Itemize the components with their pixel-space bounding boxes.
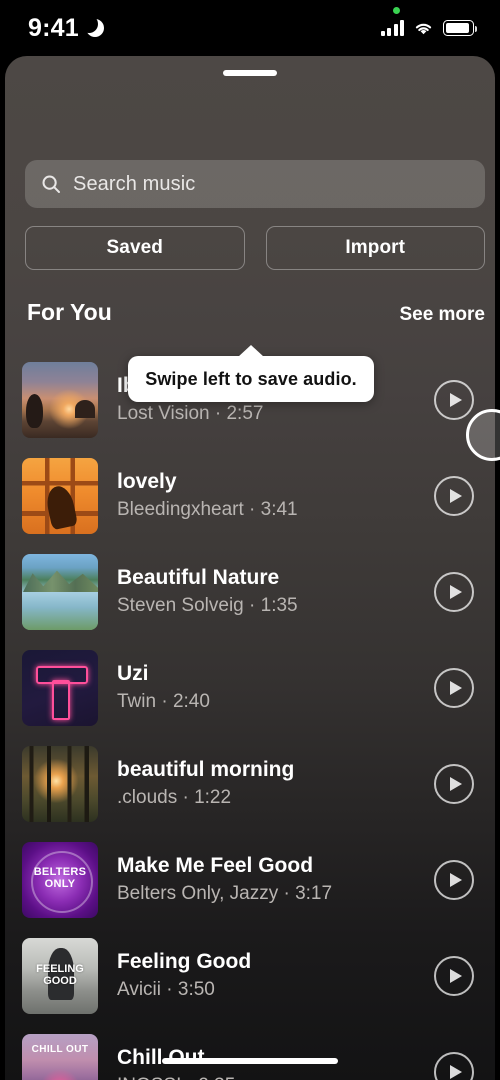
status-bar: 9:41	[0, 0, 500, 56]
album-art	[22, 554, 98, 630]
list-item[interactable]: Beautiful Nature Steven Solveig · 1:35	[5, 544, 495, 640]
album-art	[22, 1034, 98, 1080]
track-title: lovely	[117, 470, 177, 494]
play-icon[interactable]	[434, 476, 474, 516]
tooltip: Swipe left to save audio.	[128, 356, 374, 402]
list-item[interactable]: Make Me Feel Good Belters Only, Jazzy · …	[5, 832, 495, 928]
import-button[interactable]: Import	[265, 226, 485, 270]
green-dot-icon	[393, 7, 400, 14]
play-icon[interactable]	[434, 860, 474, 900]
saved-button[interactable]: Saved	[25, 226, 245, 270]
home-indicator[interactable]	[162, 1058, 338, 1064]
track-title: beautiful morning	[117, 758, 295, 782]
list-item[interactable]: lovely Bleedingxheart · 3:41	[5, 448, 495, 544]
play-icon[interactable]	[434, 380, 474, 420]
search-input[interactable]: Search music	[25, 160, 485, 208]
status-bar-left: 9:41	[28, 14, 104, 43]
wifi-icon	[413, 20, 434, 36]
track-subtitle: Avicii · 3:50	[117, 979, 215, 1001]
track-subtitle: Twin · 2:40	[117, 691, 210, 713]
play-icon[interactable]	[434, 668, 474, 708]
search-placeholder: Search music	[73, 172, 196, 195]
track-title: Uzi	[117, 662, 149, 686]
battery-icon	[443, 20, 477, 36]
album-art	[22, 842, 98, 918]
track-meta: beautiful morning .clouds · 1:22	[98, 757, 434, 811]
list-item[interactable]: Uzi Twin · 2:40	[5, 640, 495, 736]
track-title: Make Me Feel Good	[117, 854, 314, 878]
track-subtitle: .clouds · 1:22	[117, 787, 232, 809]
track-subtitle: Belters Only, Jazzy · 3:17	[117, 883, 333, 905]
track-subtitle: Lost Vision · 2:57	[117, 403, 264, 425]
drag-handle[interactable]	[223, 70, 277, 76]
phone-screen: 9:41 Search music Saved Import For You S…	[0, 0, 500, 1080]
page-title: For You	[27, 299, 112, 325]
track-subtitle: Bleedingxheart · 3:41	[117, 499, 298, 521]
status-time: 9:41	[28, 13, 79, 42]
album-art	[22, 746, 98, 822]
play-icon[interactable]	[434, 572, 474, 612]
track-list: Ibiza Sunrise Lost Vision · 2:57 lovely …	[5, 352, 495, 1080]
cellular-signal-icon	[380, 20, 404, 36]
album-art	[22, 458, 98, 534]
list-item[interactable]: Feeling Good Avicii · 3:50	[5, 928, 495, 1024]
filter-buttons: Saved Import	[25, 226, 485, 270]
track-meta: Beautiful Nature Steven Solveig · 1:35	[98, 565, 434, 619]
track-meta: Make Me Feel Good Belters Only, Jazzy · …	[98, 853, 434, 907]
tooltip-text: Swipe left to save audio.	[145, 368, 357, 389]
see-more-link[interactable]: See more	[399, 304, 485, 326]
track-subtitle: INOSSI · 2:35	[117, 1074, 434, 1080]
album-art	[22, 938, 98, 1014]
play-icon[interactable]	[434, 956, 474, 996]
track-title: Beautiful Nature	[117, 566, 280, 590]
track-title: Feeling Good	[117, 950, 252, 974]
search-icon	[41, 174, 61, 194]
music-sheet: Search music Saved Import For You See mo…	[5, 56, 495, 1080]
track-meta: Feeling Good Avicii · 3:50	[98, 949, 434, 1003]
album-art	[22, 362, 98, 438]
play-icon[interactable]	[434, 764, 474, 804]
play-icon[interactable]	[434, 1052, 474, 1080]
list-item[interactable]: Chill Out INOSSI · 2:35	[5, 1024, 495, 1080]
moon-icon	[85, 19, 104, 37]
track-meta: lovely Bleedingxheart · 3:41	[98, 469, 434, 523]
track-subtitle: Steven Solveig · 1:35	[117, 595, 298, 617]
track-meta: Uzi Twin · 2:40	[98, 661, 434, 715]
section-header: For You See more	[27, 299, 485, 326]
album-art	[22, 650, 98, 726]
list-item[interactable]: beautiful morning .clouds · 1:22	[5, 736, 495, 832]
status-bar-right	[380, 7, 477, 36]
